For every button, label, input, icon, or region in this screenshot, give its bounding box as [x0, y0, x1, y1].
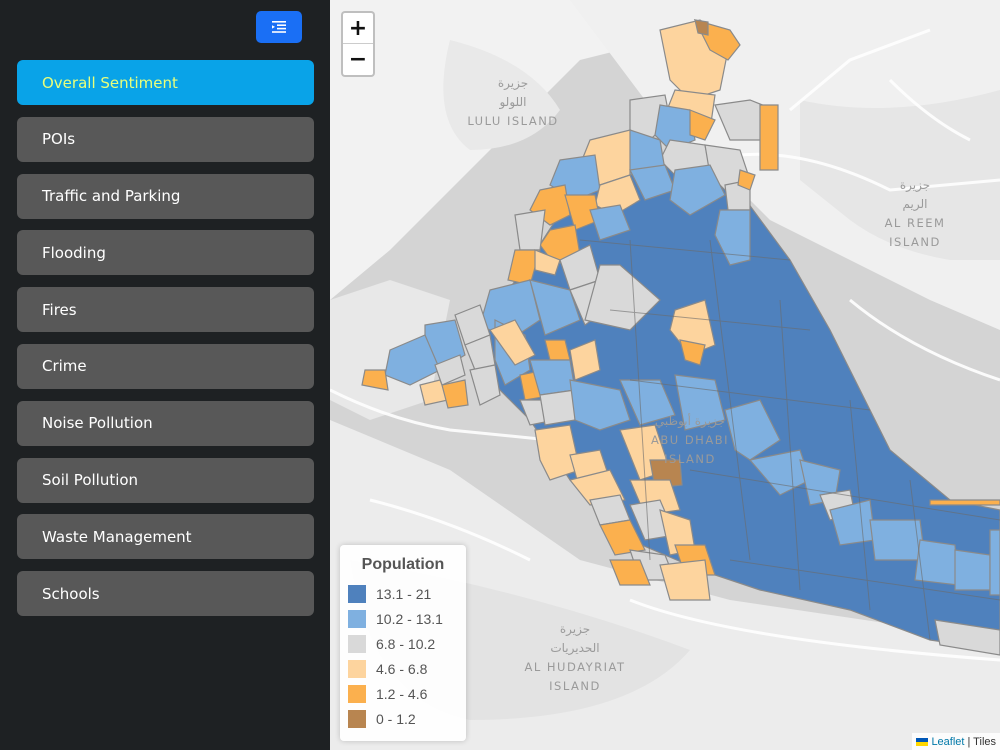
menu-item-label: Waste Management	[42, 527, 192, 546]
place-label-arabic-line2: اللولو	[499, 95, 527, 109]
menu-item-label: Noise Pollution	[42, 414, 153, 433]
legend-label: 6.8 - 10.2	[376, 636, 436, 652]
legend-item: 4.6 - 6.8	[348, 660, 427, 678]
place-label-english-line2: ISLAND	[664, 452, 716, 466]
legend-label: 0 - 1.2	[376, 711, 416, 727]
place-label-arabic-line2: الحديريات	[550, 641, 600, 655]
place-label-arabic-line1: جزيرة أبوظبي	[654, 414, 726, 428]
menu-item-label: Crime	[42, 357, 87, 376]
place-label-arabic-line1: جزيرة	[497, 76, 529, 90]
place-label-english-line1: ABU DHABI	[651, 433, 729, 447]
legend-swatch	[348, 585, 366, 603]
legend-label: 13.1 - 21	[376, 586, 432, 602]
menu-item-crime[interactable]: Crime	[17, 343, 314, 389]
place-label-english-line2: ISLAND	[889, 235, 941, 249]
legend-title: Population	[361, 556, 445, 573]
legend-swatch	[348, 685, 366, 703]
menu-item-label: POIs	[42, 130, 76, 149]
place-label-abu-dhabi-island: جزيرة أبوظبي ABU DHABI ISLAND	[635, 412, 745, 469]
legend-label: 4.6 - 6.8	[376, 661, 428, 677]
menu-item-label: Soil Pollution	[42, 471, 139, 490]
legend-swatch	[348, 710, 366, 728]
place-label-al-reem-island: جزيرة الريم AL REEM ISLAND	[865, 176, 965, 252]
menu-item-overall-sentiment[interactable]: Overall Sentiment	[17, 60, 314, 105]
legend-item: 1.2 - 4.6	[348, 685, 427, 703]
menu-item-flooding[interactable]: Flooding	[17, 230, 314, 276]
menu-item-label: Schools	[42, 584, 100, 603]
menu-item-label: Overall Sentiment	[42, 73, 178, 92]
legend-label: 10.2 - 13.1	[376, 611, 443, 627]
map-attribution: Leaflet | Tiles	[912, 733, 1000, 750]
sidebar-toggle-button[interactable]	[256, 11, 302, 43]
legend-swatch	[348, 660, 366, 678]
legend-label: 1.2 - 4.6	[376, 686, 428, 702]
place-label-english-line1: AL REEM	[884, 216, 946, 230]
place-label-al-hudayriat-island: جزيرة الحديريات AL HUDAYRIAT ISLAND	[510, 620, 640, 696]
menu-item-pois[interactable]: POIs	[17, 116, 314, 162]
ukraine-flag-icon	[916, 737, 929, 746]
place-label-arabic-line1: جزيرة	[899, 178, 931, 192]
menu-item-label: Fires	[42, 300, 77, 319]
legend-swatch	[348, 635, 366, 653]
attribution-tiles-text: | Tiles	[967, 735, 996, 748]
legend-item: 6.8 - 10.2	[348, 635, 435, 653]
place-label-lulu-island: جزيرة اللولو LULU ISLAND	[458, 74, 568, 131]
menu-item-fires[interactable]: Fires	[17, 287, 314, 333]
layer-menu: Overall Sentiment POIs Traffic and Parki…	[17, 60, 314, 628]
place-label-english-line1: LULU ISLAND	[467, 114, 559, 128]
menu-item-label: Traffic and Parking	[42, 187, 181, 206]
legend-item: 10.2 - 13.1	[348, 610, 443, 628]
legend-item: 13.1 - 21	[348, 585, 431, 603]
zoom-in-button[interactable]: +	[343, 13, 373, 44]
sidebar: Overall Sentiment POIs Traffic and Parki…	[0, 0, 330, 750]
menu-item-traffic-and-parking[interactable]: Traffic and Parking	[17, 173, 314, 219]
menu-collapse-icon	[272, 21, 286, 33]
zoom-control: + −	[341, 11, 375, 77]
menu-item-schools[interactable]: Schools	[17, 571, 314, 617]
leaflet-link[interactable]: Leaflet	[931, 736, 964, 748]
place-label-english-line1: AL HUDAYRIAT	[524, 660, 626, 674]
legend-swatch	[348, 610, 366, 628]
menu-item-label: Flooding	[42, 243, 106, 262]
menu-item-waste-management[interactable]: Waste Management	[17, 514, 314, 560]
map-view[interactable]: جزيرة اللولو LULU ISLAND جزيرة الريم AL …	[330, 0, 1000, 750]
place-label-arabic-line2: الريم	[902, 197, 928, 211]
zoom-out-button[interactable]: −	[343, 44, 373, 74]
menu-item-soil-pollution[interactable]: Soil Pollution	[17, 457, 314, 503]
menu-item-noise-pollution[interactable]: Noise Pollution	[17, 400, 314, 446]
population-legend: Population 13.1 - 21 10.2 - 13.1 6.8 - 1…	[340, 545, 466, 741]
legend-item: 0 - 1.2	[348, 710, 416, 728]
place-label-arabic-line1: جزيرة	[559, 622, 591, 636]
place-label-english-line2: ISLAND	[549, 679, 601, 693]
